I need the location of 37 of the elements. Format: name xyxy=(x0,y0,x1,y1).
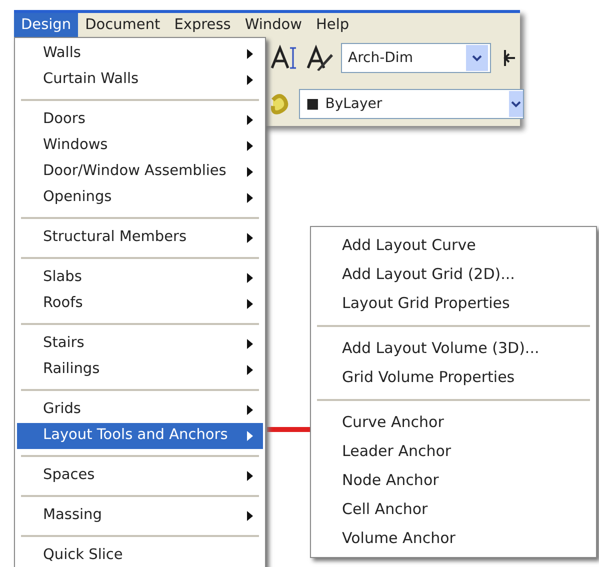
menu-item[interactable]: Walls xyxy=(17,41,263,67)
menu-bar-item[interactable]: Document xyxy=(78,13,168,39)
menu-item[interactable]: Grids xyxy=(17,397,263,423)
menu-bar-item[interactable]: Design xyxy=(14,13,78,39)
menu-item[interactable]: Add Layout Curve xyxy=(313,231,594,260)
menu-bar-item[interactable]: Window xyxy=(238,13,309,39)
menu-item[interactable]: Openings xyxy=(17,185,263,211)
menu-item[interactable]: Curtain Walls xyxy=(17,67,263,93)
menu-item[interactable]: Roofs xyxy=(17,291,263,317)
menu-item[interactable]: Curve Anchor xyxy=(313,408,594,437)
menu-item[interactable]: Leader Anchor xyxy=(313,437,594,466)
text-style-icon[interactable] xyxy=(269,44,299,72)
menu-item[interactable]: Spaces xyxy=(17,463,263,489)
chevron-down-icon xyxy=(511,100,521,108)
menu-item[interactable]: Volume Anchor xyxy=(313,524,594,553)
menu-item[interactable]: Railings xyxy=(17,357,263,383)
dimension-style-dropdown[interactable]: Arch-Dim xyxy=(341,43,491,73)
chevron-down-icon xyxy=(472,54,482,62)
menu-item[interactable]: Layout Tools and Anchors xyxy=(17,423,263,449)
menu-bar-item[interactable]: Express xyxy=(167,13,238,39)
menu-item[interactable]: Grid Volume Properties xyxy=(313,363,594,392)
menu-item[interactable]: Cell Anchor xyxy=(313,495,594,524)
menu-item[interactable]: Structural Members xyxy=(17,225,263,251)
menu-item[interactable]: Slabs xyxy=(17,265,263,291)
menu-item[interactable]: Stairs xyxy=(17,331,263,357)
menu-item[interactable]: Add Layout Volume (3D)... xyxy=(313,334,594,363)
menu-bar-item[interactable]: Help xyxy=(309,13,356,39)
menu-item[interactable]: Door/Window Assemblies xyxy=(17,159,263,185)
menu-item[interactable]: Add Layout Grid (2D)... xyxy=(313,260,594,289)
menu-item[interactable]: Windows xyxy=(17,133,263,159)
menu-item[interactable]: Doors xyxy=(17,107,263,133)
text-edit-icon[interactable] xyxy=(305,44,335,72)
layer-dropdown[interactable]: ■ ByLayer xyxy=(299,89,524,119)
menu-item[interactable]: Layout Grid Properties xyxy=(313,289,594,318)
menu-item[interactable]: Quick Slice xyxy=(17,543,263,567)
menu-item[interactable]: Massing xyxy=(17,503,263,529)
menu-item[interactable]: Node Anchor xyxy=(313,466,594,495)
